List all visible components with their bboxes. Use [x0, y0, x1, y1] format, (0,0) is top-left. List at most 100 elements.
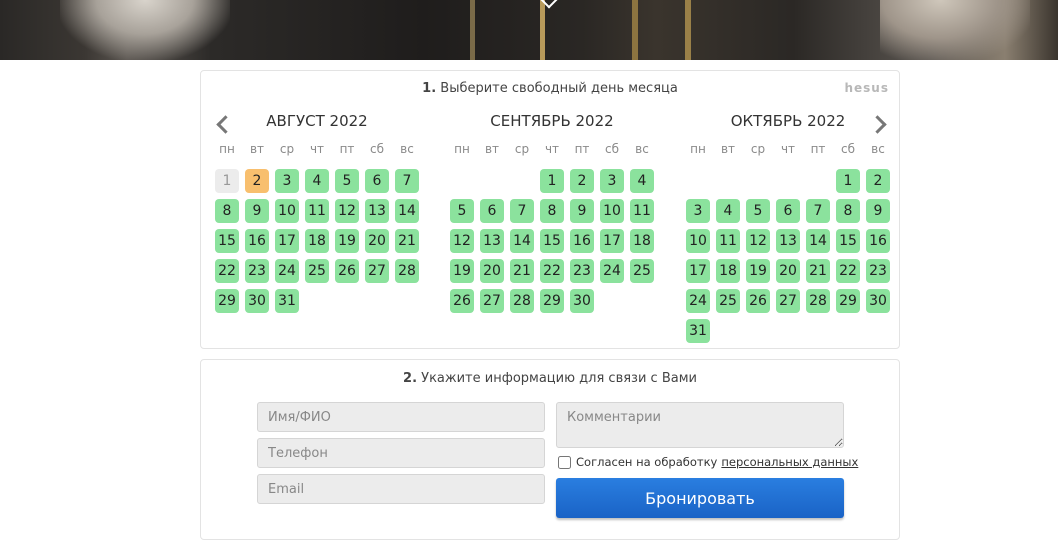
- hero-photo-detail: [685, 0, 691, 60]
- day-cell-available[interactable]: 10: [275, 199, 299, 223]
- day-cell-available[interactable]: 17: [686, 259, 710, 283]
- day-cell-available[interactable]: 27: [776, 289, 800, 313]
- day-cell-available[interactable]: 18: [716, 259, 740, 283]
- day-cell-available[interactable]: 30: [570, 289, 594, 313]
- day-cell-available[interactable]: 4: [630, 169, 654, 193]
- day-cell-available[interactable]: 6: [480, 199, 504, 223]
- day-cell-available[interactable]: 22: [540, 259, 564, 283]
- day-cell-available[interactable]: 29: [215, 289, 239, 313]
- day-cell-available[interactable]: 11: [716, 229, 740, 253]
- day-cell-available[interactable]: 7: [510, 199, 534, 223]
- day-cell-available[interactable]: 24: [686, 289, 710, 313]
- day-cell-available[interactable]: 26: [450, 289, 474, 313]
- email-input[interactable]: [257, 474, 545, 504]
- day-cell-available[interactable]: 12: [746, 229, 770, 253]
- day-cell-available[interactable]: 10: [686, 229, 710, 253]
- day-cell-available[interactable]: 28: [806, 289, 830, 313]
- consent-checkbox[interactable]: [558, 455, 571, 469]
- day-cell-available[interactable]: 4: [305, 169, 329, 193]
- day-cell-available[interactable]: 23: [570, 259, 594, 283]
- day-cell-available[interactable]: 1: [836, 169, 860, 193]
- day-cell-available[interactable]: 16: [866, 229, 890, 253]
- day-cell-available[interactable]: 23: [866, 259, 890, 283]
- day-cell-available[interactable]: 6: [776, 199, 800, 223]
- day-cell-today[interactable]: 2: [245, 169, 269, 193]
- day-cell-available[interactable]: 26: [335, 259, 359, 283]
- day-cell-available[interactable]: 12: [335, 199, 359, 223]
- day-cell-available[interactable]: 29: [540, 289, 564, 313]
- day-cell-available[interactable]: 28: [395, 259, 419, 283]
- day-cell-available[interactable]: 7: [806, 199, 830, 223]
- day-cell-available[interactable]: 15: [836, 229, 860, 253]
- phone-input[interactable]: [257, 438, 545, 468]
- day-cell-available[interactable]: 1: [540, 169, 564, 193]
- day-cell-available[interactable]: 3: [686, 199, 710, 223]
- day-cell-available[interactable]: 3: [600, 169, 624, 193]
- day-cell-available[interactable]: 29: [836, 289, 860, 313]
- day-cell-available[interactable]: 2: [866, 169, 890, 193]
- day-cell-available[interactable]: 12: [450, 229, 474, 253]
- day-cell-available[interactable]: 17: [275, 229, 299, 253]
- day-cell-available[interactable]: 23: [245, 259, 269, 283]
- personal-data-link[interactable]: персональных данных: [721, 455, 858, 469]
- day-cell-available[interactable]: 19: [335, 229, 359, 253]
- day-cell-available[interactable]: 16: [570, 229, 594, 253]
- book-button[interactable]: Бронировать: [556, 478, 844, 518]
- day-cell-available[interactable]: 18: [630, 229, 654, 253]
- day-cell-available[interactable]: 27: [365, 259, 389, 283]
- day-cell-available[interactable]: 14: [395, 199, 419, 223]
- day-cell-available[interactable]: 18: [305, 229, 329, 253]
- day-cell-available[interactable]: 20: [480, 259, 504, 283]
- day-cell-available[interactable]: 19: [450, 259, 474, 283]
- day-cell-available[interactable]: 11: [630, 199, 654, 223]
- day-cell-available[interactable]: 9: [245, 199, 269, 223]
- day-cell-available[interactable]: 17: [600, 229, 624, 253]
- day-cell-available[interactable]: 4: [716, 199, 740, 223]
- day-cell-available[interactable]: 13: [480, 229, 504, 253]
- day-cell-available[interactable]: 21: [510, 259, 534, 283]
- day-cell-available[interactable]: 8: [540, 199, 564, 223]
- day-cell-available[interactable]: 5: [746, 199, 770, 223]
- day-cell-available[interactable]: 13: [365, 199, 389, 223]
- day-cell-available[interactable]: 20: [776, 259, 800, 283]
- day-cell-available[interactable]: 30: [866, 289, 890, 313]
- day-cell-available[interactable]: 6: [365, 169, 389, 193]
- day-cell-available[interactable]: 8: [836, 199, 860, 223]
- day-cell-available[interactable]: 8: [215, 199, 239, 223]
- day-cell-available[interactable]: 28: [510, 289, 534, 313]
- day-cell-available[interactable]: 11: [305, 199, 329, 223]
- day-cell-available[interactable]: 2: [570, 169, 594, 193]
- day-cell-available[interactable]: 5: [450, 199, 474, 223]
- day-cell-available[interactable]: 25: [630, 259, 654, 283]
- day-cell-available[interactable]: 21: [806, 259, 830, 283]
- day-cell-available[interactable]: 22: [836, 259, 860, 283]
- day-cell-available[interactable]: 3: [275, 169, 299, 193]
- day-cell-available[interactable]: 13: [776, 229, 800, 253]
- day-cell-available[interactable]: 9: [570, 199, 594, 223]
- day-cell-available[interactable]: 25: [305, 259, 329, 283]
- day-cell-available[interactable]: 22: [215, 259, 239, 283]
- day-cell-available[interactable]: 31: [686, 319, 710, 343]
- comment-textarea[interactable]: [556, 402, 844, 448]
- day-cell-available[interactable]: 27: [480, 289, 504, 313]
- day-cell-available[interactable]: 14: [510, 229, 534, 253]
- day-cell-available[interactable]: 21: [395, 229, 419, 253]
- day-cell-available[interactable]: 24: [600, 259, 624, 283]
- day-cell-available[interactable]: 10: [600, 199, 624, 223]
- name-input[interactable]: [257, 402, 545, 432]
- day-cell-available[interactable]: 7: [395, 169, 419, 193]
- day-cell-available[interactable]: 15: [540, 229, 564, 253]
- day-cell-available[interactable]: 26: [746, 289, 770, 313]
- day-cell-available[interactable]: 9: [866, 199, 890, 223]
- day-cell-available[interactable]: 30: [245, 289, 269, 313]
- day-cell-available[interactable]: 5: [335, 169, 359, 193]
- day-cell-available[interactable]: 16: [245, 229, 269, 253]
- day-cell-available[interactable]: 14: [806, 229, 830, 253]
- day-cell-available[interactable]: 24: [275, 259, 299, 283]
- day-cell-available[interactable]: 15: [215, 229, 239, 253]
- day-cell-available[interactable]: 31: [275, 289, 299, 313]
- day-cell-available[interactable]: 20: [365, 229, 389, 253]
- day-cell-available[interactable]: 25: [716, 289, 740, 313]
- day-cell-available[interactable]: 19: [746, 259, 770, 283]
- consent-row[interactable]: Согласен на обработку персональных данны…: [558, 455, 858, 469]
